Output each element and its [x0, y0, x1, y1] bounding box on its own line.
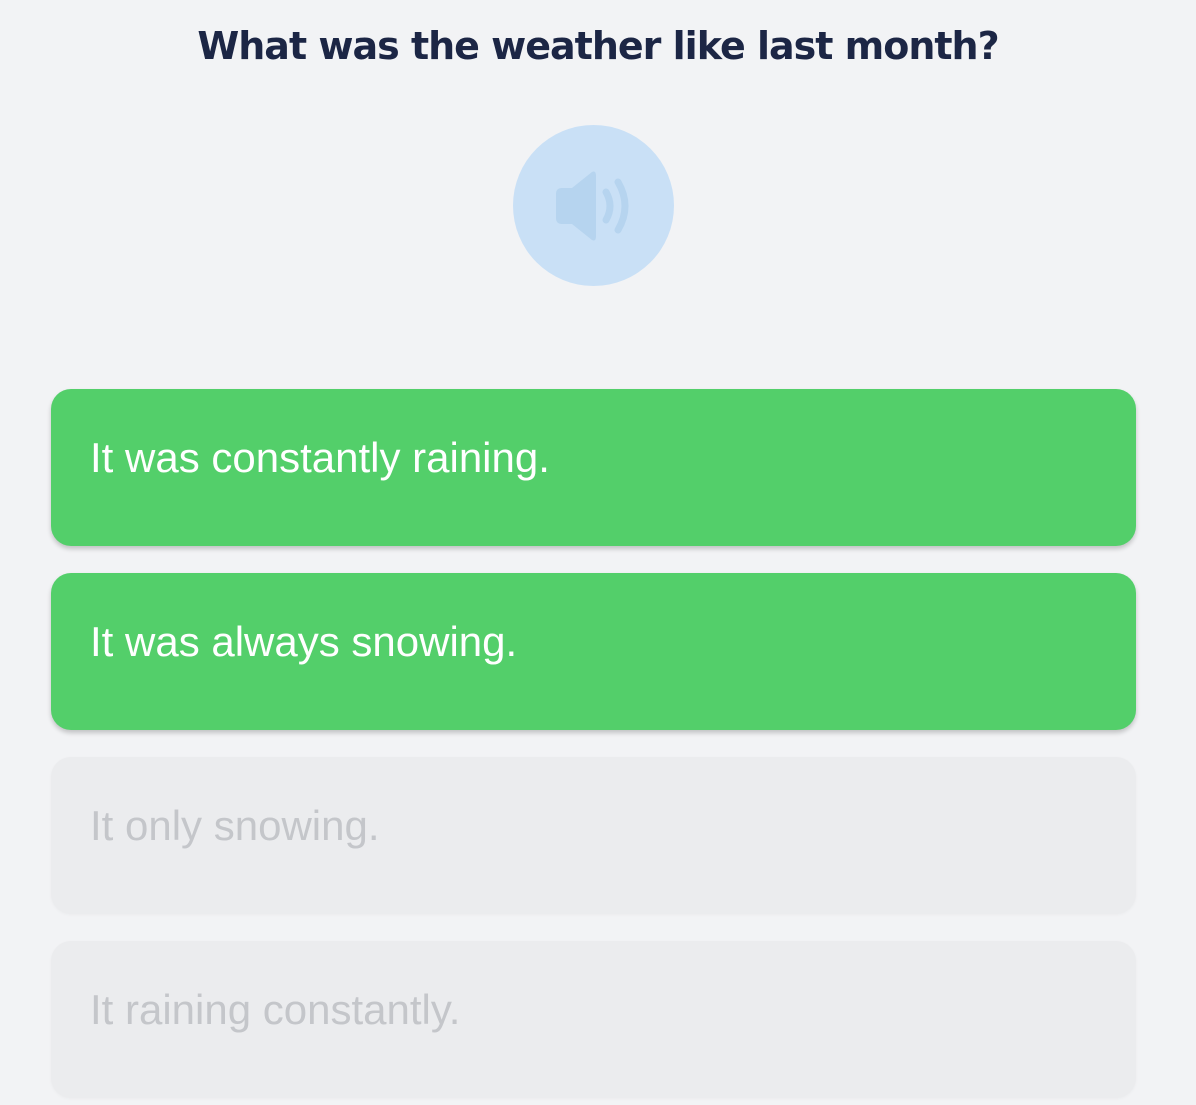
answer-option-label: It only snowing. [90, 801, 380, 849]
question-title: What was the weather like last month? [197, 24, 999, 68]
answer-option-label: It raining constantly. [90, 985, 461, 1033]
answer-option-3[interactable]: It only snowing. [51, 757, 1136, 914]
answer-option-1[interactable]: It was constantly raining. [51, 389, 1136, 546]
answer-option-4[interactable]: It raining constantly. [51, 941, 1136, 1098]
play-audio-button[interactable] [513, 125, 674, 286]
answer-option-label: It was always snowing. [90, 617, 518, 665]
answer-option-label: It was constantly raining. [90, 433, 550, 481]
speaker-icon [555, 171, 628, 240]
answer-option-2[interactable]: It was always snowing. [51, 573, 1136, 730]
